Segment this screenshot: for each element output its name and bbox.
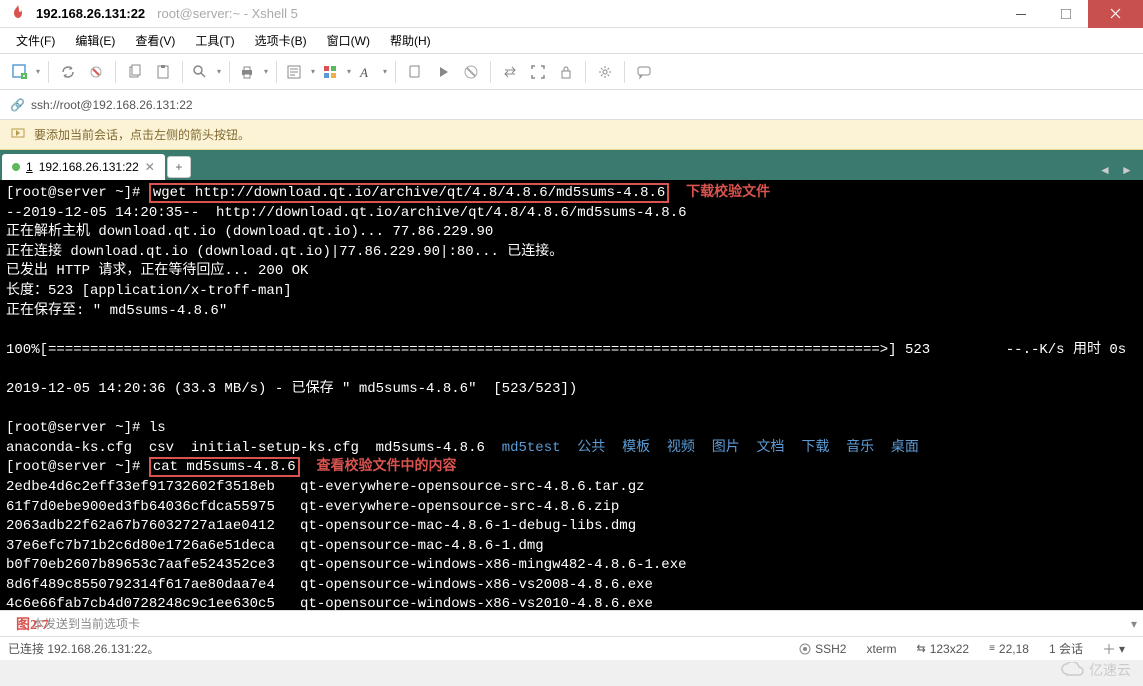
print-button[interactable] xyxy=(236,59,270,85)
reconnect-button[interactable] xyxy=(55,59,81,85)
menu-tabs[interactable]: 选项卡(B) xyxy=(247,30,315,51)
transfer-button[interactable] xyxy=(497,59,523,85)
tab-index: 1 xyxy=(26,160,33,174)
find-button[interactable] xyxy=(189,59,223,85)
titlebar: 192.168.26.131:22 root@server:~ - Xshell… xyxy=(0,0,1143,28)
minimize-button[interactable] xyxy=(998,0,1043,28)
tab-close-icon[interactable]: ✕ xyxy=(145,160,155,174)
title-address: 192.168.26.131:22 xyxy=(36,6,145,21)
font-button[interactable]: A xyxy=(355,59,389,85)
send-dropdown-icon[interactable]: ▾ xyxy=(1131,617,1137,631)
menu-edit[interactable]: 编辑(E) xyxy=(67,30,123,51)
disconnect-button[interactable] xyxy=(83,59,109,85)
status-connected: 已连接 192.168.26.131:22。 xyxy=(8,640,159,657)
menu-help[interactable]: 帮助(H) xyxy=(382,30,439,51)
menu-file[interactable]: 文件(F) xyxy=(8,30,63,51)
app-icon xyxy=(10,4,36,23)
add-tab-button[interactable]: + xyxy=(167,156,191,178)
status-menu-button[interactable]: ▾ xyxy=(1093,642,1135,656)
title-subtitle: root@server:~ - Xshell 5 xyxy=(157,6,298,21)
status-dot-icon xyxy=(12,163,20,171)
link-icon: 🔗 xyxy=(10,98,25,112)
status-ssh: SSH2 xyxy=(789,642,856,656)
lock-button[interactable] xyxy=(553,59,579,85)
menu-view[interactable]: 查看(V) xyxy=(127,30,183,51)
address-bar[interactable]: 🔗 ssh://root@192.168.26.131:22 xyxy=(0,90,1143,120)
tab-bar: 1 192.168.26.131:22 ✕ + ◄ ► xyxy=(0,152,1143,180)
chat-button[interactable] xyxy=(631,59,657,85)
highlighted-command-cat: cat md5sums-4.8.6 xyxy=(149,457,300,477)
menu-tools[interactable]: 工具(T) xyxy=(187,30,242,51)
settings-button[interactable] xyxy=(592,59,618,85)
hint-text: 要添加当前会话，点击左侧的箭头按钮。 xyxy=(34,126,250,143)
tab-next-button[interactable]: ► xyxy=(1117,160,1137,180)
bookmark-add-icon[interactable] xyxy=(10,125,26,144)
stop-button-tb[interactable] xyxy=(458,59,484,85)
new-session-button[interactable] xyxy=(8,59,42,85)
send-input-bar[interactable]: 图2-7 本发送到当前选项卡 ▾ xyxy=(0,610,1143,636)
script-button[interactable] xyxy=(402,59,428,85)
tab-label: 192.168.26.131:22 xyxy=(39,160,139,174)
highlighted-command-wget: wget http://download.qt.io/archive/qt/4.… xyxy=(149,183,669,203)
status-term: xterm xyxy=(856,642,906,656)
properties-button[interactable] xyxy=(283,59,317,85)
run-button[interactable] xyxy=(430,59,456,85)
menubar: 文件(F) 编辑(E) 查看(V) 工具(T) 选项卡(B) 窗口(W) 帮助(… xyxy=(0,28,1143,54)
tab-prev-button[interactable]: ◄ xyxy=(1095,160,1115,180)
fullscreen-button[interactable] xyxy=(525,59,551,85)
close-button[interactable] xyxy=(1088,0,1143,28)
figure-label: 图2-7 xyxy=(16,614,49,634)
annotation-download: 下载校验文件 xyxy=(686,185,770,201)
status-bar: 已连接 192.168.26.131:22。 SSH2 xterm ⇆123x2… xyxy=(0,636,1143,660)
session-tab[interactable]: 1 192.168.26.131:22 ✕ xyxy=(2,154,165,180)
address-text: ssh://root@192.168.26.131:22 xyxy=(31,98,193,112)
svg-text:A: A xyxy=(359,65,368,80)
copy-button[interactable] xyxy=(122,59,148,85)
menu-window[interactable]: 窗口(W) xyxy=(319,30,378,51)
paste-button[interactable] xyxy=(150,59,176,85)
watermark: 亿速云 xyxy=(1061,660,1131,680)
color-button[interactable] xyxy=(319,59,353,85)
status-sessions: 1 会话 xyxy=(1039,640,1093,657)
status-size: ⇆123x22 xyxy=(906,642,979,656)
hint-bar: 要添加当前会话，点击左侧的箭头按钮。 xyxy=(0,120,1143,150)
annotation-view: 查看校验文件中的内容 xyxy=(316,459,456,475)
maximize-button[interactable] xyxy=(1043,0,1088,28)
terminal-output[interactable]: [root@server ~]# wget http://download.qt… xyxy=(0,180,1143,610)
toolbar: A xyxy=(0,54,1143,90)
status-pos: ≡22,18 xyxy=(979,642,1039,656)
